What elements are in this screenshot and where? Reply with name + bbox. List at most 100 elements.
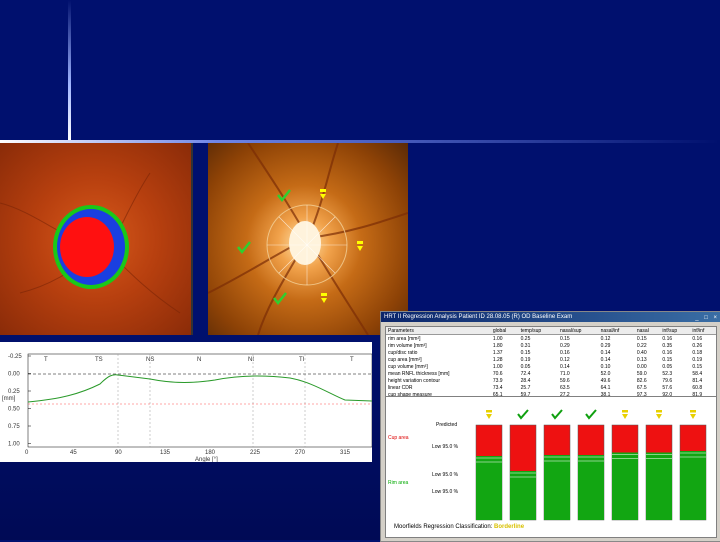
stable-icon xyxy=(690,410,696,413)
table-cell: 0.15 xyxy=(662,356,673,363)
table-cell: 72.4 xyxy=(520,370,531,377)
table-cell: 0.12 xyxy=(600,335,611,342)
table-cell: 1.80 xyxy=(492,342,503,349)
table-cell: height variation contour xyxy=(388,377,440,384)
check-icon xyxy=(585,409,597,420)
y-tick-label: 0.00 xyxy=(8,372,20,378)
sector-label: T xyxy=(350,357,354,363)
x-tick-label: 135 xyxy=(160,450,171,456)
table-cell: 0.16 xyxy=(662,335,673,342)
sector-label: TI xyxy=(299,357,305,363)
table-cell: 0.25 xyxy=(520,335,531,342)
x-tick-label: 270 xyxy=(295,450,306,456)
sector-label: TS xyxy=(95,357,103,363)
rim-area-bar xyxy=(544,455,570,520)
table-cell: 60.8 xyxy=(692,384,703,391)
x-tick-label: 225 xyxy=(250,450,261,456)
rim-area-bar xyxy=(510,471,536,520)
table-row: height variation contour 73.9 28.4 59.6 49.6… xyxy=(386,377,716,384)
table-cell: 25.7 xyxy=(520,384,531,391)
predicted-label: Predicted xyxy=(436,422,458,428)
classification-footer-text: Moorfields Regression Classification: xyxy=(394,524,493,530)
table-cell: cup area [mm²] xyxy=(388,356,422,363)
x-tick-label: 180 xyxy=(205,450,216,456)
table-cell: 0.15 xyxy=(520,349,531,356)
stable-icon xyxy=(622,410,628,413)
table-cell: linear CDR xyxy=(388,384,413,391)
table-cell: 0.29 xyxy=(559,342,570,349)
check-icon xyxy=(551,409,563,420)
x-tick-label: 0 xyxy=(25,450,29,456)
table-cell: 0.35 xyxy=(662,342,673,349)
table-cell: 0.15 xyxy=(559,335,570,342)
window-buttons[interactable]: _ □ × xyxy=(695,313,719,322)
table-row: cup area [mm²] 1.28 0.19 0.12 0.14 0.13 0.15 0.… xyxy=(386,356,716,363)
table-cell: 0.31 xyxy=(520,342,531,349)
table-cell: mean RNFL thickness [mm] xyxy=(388,370,450,377)
table-cell: 57.6 xyxy=(662,384,673,391)
table-header: nasal xyxy=(634,327,661,335)
table-cell: 0.14 xyxy=(559,363,570,370)
y-tick-label: 1.00 xyxy=(8,442,20,448)
table-header: global xyxy=(490,327,519,335)
y-tick-label: 0.25 xyxy=(8,389,20,395)
stable-icon xyxy=(690,414,696,419)
table-row: cup volume [mm³] 1.00 0.05 0.14 0.10 0.00 0.05… xyxy=(386,363,716,370)
table-cell: 64.1 xyxy=(600,384,611,391)
rim-area-bar xyxy=(476,456,502,520)
stable-icon xyxy=(357,241,363,251)
table-cell: 63.5 xyxy=(559,384,570,391)
table-cell: 0.16 xyxy=(662,349,673,356)
height-profile-chart: TTSNSNNITIT-0.250.000.250.500.751.000459… xyxy=(0,342,372,462)
table-cell: 0.22 xyxy=(636,342,647,349)
table-row: linear CDR 73.4 25.7 63.5 64.1 67.5 57.6 60.8 xyxy=(386,384,716,391)
table-cell: 0.14 xyxy=(600,356,611,363)
fundus-graphic xyxy=(208,143,408,335)
cup-area-label: Cup area xyxy=(388,435,409,441)
stable-icon xyxy=(656,410,662,413)
table-cell: 59.0 xyxy=(636,370,647,377)
table-cell: rim volume [mm³] xyxy=(388,342,427,349)
table-cell: 67.5 xyxy=(636,384,647,391)
low95-label-1: Low 95.0 % xyxy=(432,444,459,450)
table-header: nasal/inf xyxy=(598,327,635,335)
table-cell: 0.13 xyxy=(636,356,647,363)
stable-icon xyxy=(486,410,492,413)
low95-label-2: Low 95.0 % xyxy=(432,472,459,478)
table-cell: 52.0 xyxy=(600,370,611,377)
table-row: mean RNFL thickness [mm] 70.6 72.4 71.0 52.0… xyxy=(386,370,716,377)
window-titlebar[interactable]: HRT II Regression Analysis Patient ID 28… xyxy=(381,312,720,322)
rim-area-bar xyxy=(646,452,672,520)
table-cell: 52.3 xyxy=(662,370,673,377)
disc-red-cup xyxy=(60,217,114,277)
table-cell: 73.9 xyxy=(492,377,503,384)
rim-area-label: Rim area xyxy=(388,480,409,486)
table-cell: 0.19 xyxy=(692,356,703,363)
table-cell: 59.6 xyxy=(559,377,570,384)
sector-label: T xyxy=(44,357,48,363)
sector-label: NI xyxy=(248,357,254,363)
table-cell: 0.16 xyxy=(692,335,703,342)
window-title: HRT II Regression Analysis Patient ID 28… xyxy=(384,314,573,320)
table-row: rim volume [mm³] 1.80 0.31 0.29 0.29 0.22 0.35… xyxy=(386,342,716,349)
stable-icon xyxy=(622,414,628,419)
classification-footer: Moorfields Regression Classification: Bo… xyxy=(394,524,524,530)
table-cell: 73.4 xyxy=(492,384,503,391)
fundus-image xyxy=(208,143,408,335)
table-cell: 81.4 xyxy=(692,377,703,384)
table-header: inf/sup xyxy=(660,327,691,335)
regression-analysis-window[interactable]: HRT II Regression Analysis Patient ID 28… xyxy=(380,311,720,542)
table-row: cup/disc ratio 1.37 0.15 0.16 0.14 0.40 0.16 0.… xyxy=(386,349,716,356)
table-cell: 0.14 xyxy=(600,349,611,356)
table-cell: cup/disc ratio xyxy=(388,349,418,356)
stable-icon xyxy=(656,414,662,419)
topography-image xyxy=(0,143,193,335)
table-cell: 0.15 xyxy=(636,335,647,342)
rim-area-bar xyxy=(612,452,638,520)
table-cell: rim area [mm²] xyxy=(388,335,421,342)
table-cell: 0.05 xyxy=(662,363,673,370)
check-icon xyxy=(237,241,251,255)
rim-area-bar xyxy=(680,451,706,520)
table-header: inf/inf xyxy=(690,327,716,335)
y-tick-label: 0.50 xyxy=(8,407,20,413)
